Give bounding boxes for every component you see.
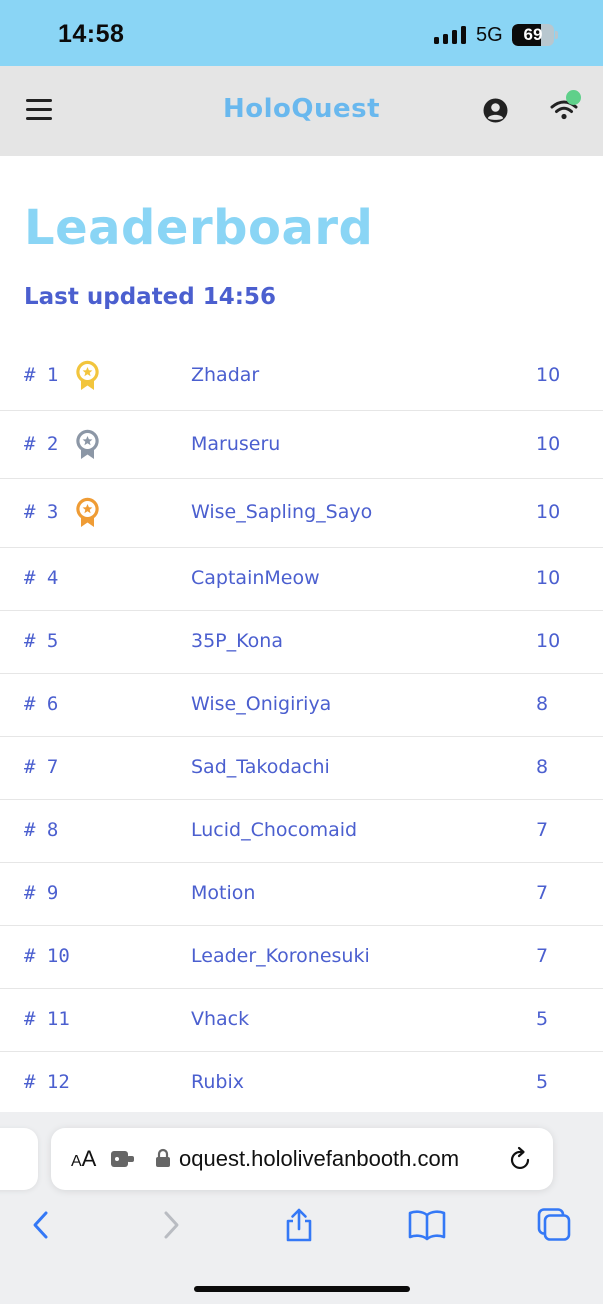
rank-label: # 5	[24, 629, 59, 652]
rank-label: # 11	[24, 1007, 70, 1030]
leaderboard-row: # 4 CaptainMeow 10	[0, 548, 603, 611]
player-score: 7	[536, 944, 549, 967]
battery-icon: 69	[512, 24, 558, 46]
player-name: 35P_Kona	[191, 629, 283, 652]
reload-icon[interactable]	[509, 1146, 533, 1172]
leaderboard-row: # 7 Sad_Takodachi 8	[0, 737, 603, 800]
player-name: Sad_Takodachi	[191, 755, 330, 778]
extension-icon[interactable]	[111, 1149, 135, 1169]
leaderboard-row: # 10 Leader_Koronesuki 7	[0, 926, 603, 989]
player-score: 10	[536, 501, 561, 523]
reader-options-button[interactable]: AA	[71, 1146, 96, 1172]
player-score: 8	[536, 755, 549, 778]
back-icon[interactable]	[30, 1208, 52, 1242]
player-name: Rubix	[191, 1070, 244, 1093]
leaderboard-row: # 6 Wise_Onigiriya 8	[0, 674, 603, 737]
address-bar[interactable]: AA oquest.hololivefanbooth.com	[51, 1128, 553, 1190]
bookmarks-icon[interactable]	[408, 1208, 446, 1242]
home-indicator	[194, 1286, 410, 1292]
status-bar: 14:58 5G 69	[0, 0, 603, 66]
player-score: 7	[536, 818, 549, 841]
app-header: HoloQuest	[0, 66, 603, 156]
player-name: Lucid_Chocomaid	[191, 818, 358, 841]
player-name: CaptainMeow	[191, 566, 320, 589]
player-score: 8	[536, 692, 549, 715]
player-name: Wise_Sapling_Sayo	[191, 501, 373, 523]
network-type: 5G	[476, 24, 503, 46]
player-name: Motion	[191, 881, 256, 904]
lock-icon	[156, 1148, 170, 1167]
cellular-signal-icon	[434, 26, 466, 44]
player-score: 10	[536, 629, 561, 652]
page-title: Leaderboard	[24, 200, 374, 256]
silver-medal-icon	[76, 429, 99, 459]
player-name: Zhadar	[191, 364, 260, 386]
player-name: Vhack	[191, 1007, 250, 1030]
account-circle-icon[interactable]	[483, 98, 508, 123]
leaderboard-row: # 11 Vhack 5	[0, 989, 603, 1052]
player-score: 7	[536, 881, 549, 904]
rank-label: # 10	[24, 944, 70, 967]
tabs-icon[interactable]	[536, 1208, 572, 1242]
last-updated-text: Last updated 14:56	[24, 284, 276, 310]
leaderboard-list: # 1 Zhadar 10 # 2 Maruseru 10 # 3 Wise_Sapling_…	[0, 342, 603, 1115]
battery-level: 69	[523, 25, 543, 44]
url-value: oquest.hololivefanbooth.com	[179, 1146, 460, 1171]
leaderboard-row: # 1 Zhadar 10	[0, 342, 603, 411]
rank-label: # 7	[24, 755, 59, 778]
player-name: Leader_Koronesuki	[191, 944, 370, 967]
aa-small-label: A	[71, 1153, 82, 1170]
rank-label: # 4	[24, 566, 59, 589]
connection-status-button[interactable]	[548, 90, 584, 124]
rank-label: # 9	[24, 881, 59, 904]
rank-label: # 3	[24, 501, 59, 523]
player-score: 10	[536, 432, 561, 455]
bronze-medal-icon	[76, 497, 99, 527]
player-score: 10	[536, 364, 561, 386]
url-text: oquest.hololivefanbooth.com	[179, 1146, 497, 1172]
rank-label: # 2	[24, 432, 59, 455]
forward-icon[interactable]	[160, 1208, 182, 1242]
player-score: 10	[536, 566, 561, 589]
online-status-dot	[566, 90, 581, 105]
player-score: 5	[536, 1007, 549, 1030]
previous-tab-card[interactable]	[0, 1128, 38, 1190]
leaderboard-row: # 9 Motion 7	[0, 863, 603, 926]
share-icon[interactable]	[284, 1208, 314, 1242]
leaderboard-row: # 3 Wise_Sapling_Sayo 10	[0, 479, 603, 548]
leaderboard-row: # 5 35P_Kona 10	[0, 611, 603, 674]
rank-label: # 6	[24, 692, 59, 715]
leaderboard-row: # 12 Rubix 5	[0, 1052, 603, 1115]
leaderboard-row: # 2 Maruseru 10	[0, 411, 603, 479]
gold-medal-icon	[76, 360, 99, 390]
browser-toolbar: AA oquest.hololivefanbooth.com	[0, 1112, 603, 1304]
player-name: Maruseru	[191, 432, 281, 455]
player-score: 5	[536, 1070, 549, 1093]
status-time: 14:58	[58, 20, 125, 48]
leaderboard-row: # 8 Lucid_Chocomaid 7	[0, 800, 603, 863]
player-name: Wise_Onigiriya	[191, 692, 332, 715]
app-title[interactable]: HoloQuest	[0, 94, 603, 124]
rank-label: # 1	[24, 364, 59, 386]
rank-label: # 12	[24, 1070, 70, 1093]
aa-large-label: A	[81, 1146, 97, 1171]
rank-label: # 8	[24, 818, 59, 841]
